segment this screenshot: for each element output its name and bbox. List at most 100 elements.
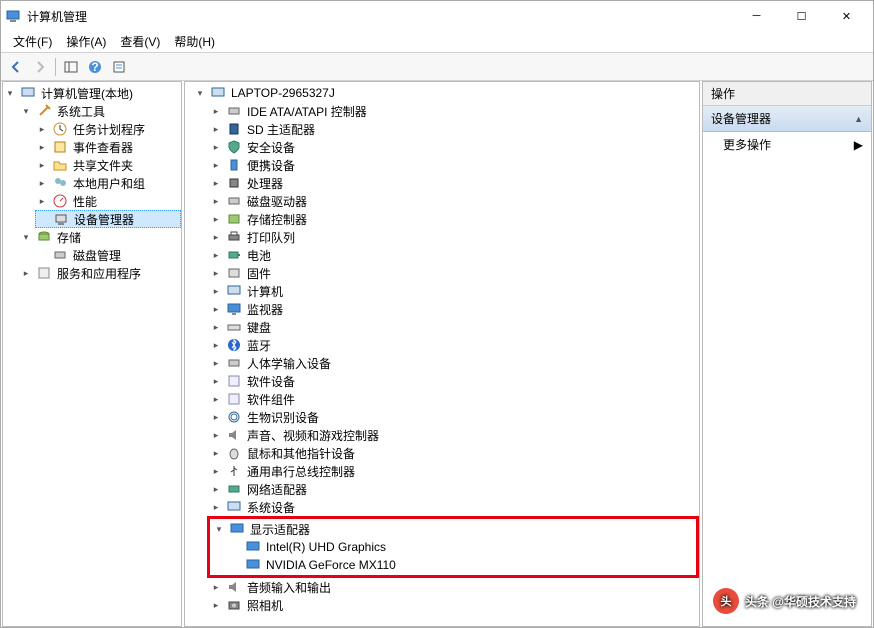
expand-icon[interactable]: ▸: [209, 158, 223, 172]
device-sd[interactable]: ▸SD 主适配器: [209, 120, 699, 138]
device-software-components[interactable]: ▸软件组件: [209, 390, 699, 408]
device-usb[interactable]: ▸通用串行总线控制器: [209, 462, 699, 480]
collapse-icon: ▲: [854, 114, 863, 124]
expand-icon[interactable]: ▸: [209, 598, 223, 612]
expand-icon[interactable]: ▸: [209, 104, 223, 118]
device-hid[interactable]: ▸人体学输入设备: [209, 354, 699, 372]
device-keyboard[interactable]: ▸键盘: [209, 318, 699, 336]
device-bluetooth[interactable]: ▸蓝牙: [209, 336, 699, 354]
security-icon: [226, 139, 242, 155]
expand-icon[interactable]: ▸: [209, 266, 223, 280]
expand-icon[interactable]: ▾: [193, 86, 207, 100]
display-icon: [229, 521, 245, 537]
tree-root[interactable]: ▾ 计算机管理(本地): [3, 84, 181, 102]
device-battery[interactable]: ▸电池: [209, 246, 699, 264]
expand-icon[interactable]: ▾: [212, 522, 226, 536]
maximize-button[interactable]: ☐: [779, 2, 824, 30]
show-hide-button[interactable]: [60, 56, 82, 78]
device-cpu[interactable]: ▸处理器: [209, 174, 699, 192]
expand-icon[interactable]: ▸: [209, 122, 223, 136]
expand-icon[interactable]: ▸: [35, 140, 49, 154]
computer-icon: [20, 85, 36, 101]
device-nvidia-gpu[interactable]: ▸NVIDIA GeForce MX110: [228, 556, 694, 574]
expand-icon[interactable]: ▸: [35, 176, 49, 190]
device-ide[interactable]: ▸IDE ATA/ATAPI 控制器: [209, 102, 699, 120]
expand-icon[interactable]: ▸: [209, 392, 223, 406]
device-biometric[interactable]: ▸生物识别设备: [209, 408, 699, 426]
device-mouse[interactable]: ▸鼠标和其他指针设备: [209, 444, 699, 462]
expand-icon[interactable]: ▸: [209, 176, 223, 190]
actions-more-label: 更多操作: [723, 136, 771, 153]
close-button[interactable]: ✕: [824, 2, 869, 30]
actions-section[interactable]: 设备管理器 ▲: [703, 106, 871, 132]
menu-help[interactable]: 帮助(H): [168, 31, 221, 52]
minimize-button[interactable]: ─: [734, 2, 779, 30]
expand-icon[interactable]: ▾: [19, 104, 33, 118]
gpu-icon: [245, 557, 261, 573]
tree-device-manager[interactable]: ▸设备管理器: [35, 210, 181, 228]
device-intel-gpu[interactable]: ▸Intel(R) UHD Graphics: [228, 538, 694, 556]
device-root[interactable]: ▾LAPTOP-2965327J: [193, 84, 699, 102]
device-monitor[interactable]: ▸监视器: [209, 300, 699, 318]
expand-icon[interactable]: ▸: [209, 338, 223, 352]
expand-icon[interactable]: ▸: [19, 266, 33, 280]
menu-action[interactable]: 操作(A): [60, 31, 112, 52]
device-print-queue[interactable]: ▸打印队列: [209, 228, 699, 246]
device-disk-drives[interactable]: ▸磁盘驱动器: [209, 192, 699, 210]
tree-local-users[interactable]: ▸本地用户和组: [35, 174, 181, 192]
properties-button[interactable]: [108, 56, 130, 78]
device-system[interactable]: ▸系统设备: [209, 498, 699, 516]
device-security[interactable]: ▸安全设备: [209, 138, 699, 156]
back-button[interactable]: [5, 56, 27, 78]
device-audio-io[interactable]: ▸音频输入和输出: [209, 578, 699, 596]
forward-button[interactable]: [29, 56, 51, 78]
expand-icon[interactable]: ▸: [35, 158, 49, 172]
expand-icon[interactable]: ▸: [209, 284, 223, 298]
expand-icon[interactable]: ▸: [209, 140, 223, 154]
device-display-adapters[interactable]: ▾显示适配器: [212, 520, 694, 538]
device-camera[interactable]: ▸照相机: [209, 596, 699, 614]
expand-icon[interactable]: ▸: [209, 212, 223, 226]
device-portable[interactable]: ▸便携设备: [209, 156, 699, 174]
expand-icon[interactable]: ▸: [209, 482, 223, 496]
expand-icon[interactable]: ▸: [209, 374, 223, 388]
expand-icon[interactable]: ▸: [209, 248, 223, 262]
expand-icon[interactable]: ▸: [35, 122, 49, 136]
expand-icon[interactable]: ▸: [209, 410, 223, 424]
device-software-devices[interactable]: ▸软件设备: [209, 372, 699, 390]
tree-storage[interactable]: ▾ 存储: [19, 228, 181, 246]
expand-icon[interactable]: ▸: [209, 464, 223, 478]
menu-view[interactable]: 查看(V): [114, 31, 166, 52]
tree-performance[interactable]: ▸性能: [35, 192, 181, 210]
expand-icon[interactable]: ▾: [3, 86, 17, 100]
expand-icon[interactable]: ▸: [209, 356, 223, 370]
tree-shared-folders[interactable]: ▸共享文件夹: [35, 156, 181, 174]
device-firmware[interactable]: ▸固件: [209, 264, 699, 282]
tree-services-apps[interactable]: ▸服务和应用程序: [19, 264, 181, 282]
help-button[interactable]: ?: [84, 56, 106, 78]
console-tree[interactable]: ▾ 计算机管理(本地) ▾ 系统工具 ▸任务计划程序: [3, 82, 181, 284]
expand-icon[interactable]: ▸: [209, 230, 223, 244]
device-audio-video[interactable]: ▸声音、视频和游戏控制器: [209, 426, 699, 444]
expand-icon[interactable]: ▾: [19, 230, 33, 244]
expand-icon[interactable]: ▸: [209, 194, 223, 208]
portable-icon: [226, 157, 242, 173]
printer-icon: [226, 229, 242, 245]
tree-task-scheduler[interactable]: ▸任务计划程序: [35, 120, 181, 138]
device-tree[interactable]: ▾LAPTOP-2965327J ▸IDE ATA/ATAPI 控制器 ▸SD …: [185, 82, 699, 616]
expand-icon[interactable]: ▸: [209, 320, 223, 334]
expand-icon[interactable]: ▸: [35, 194, 49, 208]
tree-system-tools[interactable]: ▾ 系统工具: [19, 102, 181, 120]
tree-disk-management[interactable]: ▸磁盘管理: [35, 246, 181, 264]
device-computer[interactable]: ▸计算机: [209, 282, 699, 300]
device-network[interactable]: ▸网络适配器: [209, 480, 699, 498]
expand-icon[interactable]: ▸: [209, 302, 223, 316]
device-storage-ctrl[interactable]: ▸存储控制器: [209, 210, 699, 228]
expand-icon[interactable]: ▸: [209, 428, 223, 442]
expand-icon[interactable]: ▸: [209, 446, 223, 460]
menu-file[interactable]: 文件(F): [7, 31, 58, 52]
expand-icon[interactable]: ▸: [209, 580, 223, 594]
expand-icon[interactable]: ▸: [209, 500, 223, 514]
actions-more[interactable]: 更多操作 ▶: [703, 132, 871, 157]
tree-event-viewer[interactable]: ▸事件查看器: [35, 138, 181, 156]
